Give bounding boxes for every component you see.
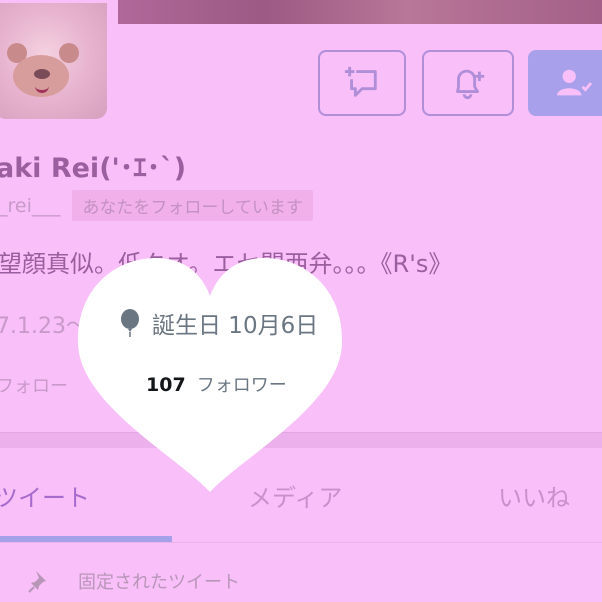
followers-count: 107 bbox=[146, 374, 186, 396]
followers-count-link[interactable]: 107 フォロワー bbox=[146, 371, 287, 397]
following-count-link[interactable]: フォロー bbox=[0, 372, 68, 398]
pinned-label: 固定されたツイート bbox=[78, 572, 240, 593]
birthday-text: 誕生日 10月6日 bbox=[152, 313, 319, 339]
follows-you-badge: あなたをフォローしています bbox=[72, 190, 313, 221]
joined-date: 7.1.23〜 bbox=[0, 314, 88, 339]
pin-icon bbox=[28, 571, 46, 593]
notifications-button[interactable] bbox=[422, 50, 514, 116]
avatar[interactable] bbox=[0, 0, 110, 122]
header-banner[interactable] bbox=[118, 0, 602, 24]
handle-row: _rei___ あなたをフォローしています bbox=[0, 190, 313, 221]
followers-label: フォロワー bbox=[196, 375, 287, 396]
direct-message-button[interactable] bbox=[318, 50, 406, 116]
profile-handle: _rei___ bbox=[0, 194, 61, 217]
balloon-icon bbox=[121, 309, 139, 337]
pinned-tweet-header: 固定されたツイート bbox=[28, 568, 240, 594]
birthday-row: 誕生日 10月6日 bbox=[118, 306, 318, 340]
tab-likes[interactable]: いいね bbox=[498, 478, 570, 513]
person-check-icon bbox=[556, 69, 592, 96]
tabs-divider bbox=[0, 542, 602, 543]
bear-ear bbox=[59, 43, 79, 63]
bell-plus-icon bbox=[456, 69, 485, 100]
profile-name: aki Rei('･ｴ･`) bbox=[0, 153, 187, 184]
add-message-icon bbox=[344, 66, 377, 97]
following-button[interactable] bbox=[528, 50, 602, 116]
bear-nose bbox=[34, 69, 50, 79]
